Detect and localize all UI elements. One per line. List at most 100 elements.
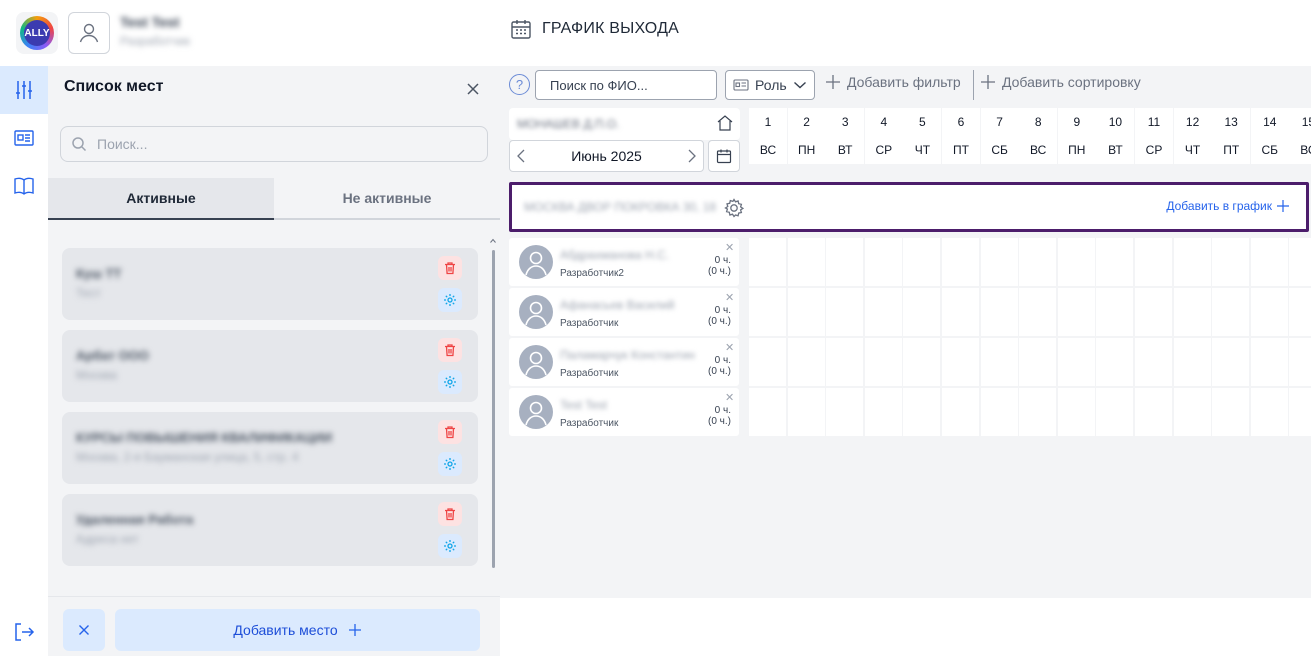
schedule-cell[interactable] <box>1289 388 1311 436</box>
schedule-cell[interactable] <box>749 338 786 386</box>
place-delete-button[interactable] <box>438 256 462 280</box>
add-to-graph-button[interactable]: Добавить в график <box>1166 199 1290 213</box>
add-sort-button[interactable]: Добавить сортировку <box>980 74 1141 90</box>
rail-book-button[interactable] <box>0 162 48 210</box>
schedule-cell[interactable] <box>980 288 1018 336</box>
schedule-cell[interactable] <box>826 338 864 386</box>
panel-close-button[interactable] <box>462 78 484 100</box>
remove-employee-icon[interactable]: ✕ <box>725 241 734 254</box>
day-column[interactable]: 13 ПТ <box>1212 108 1251 164</box>
day-column[interactable]: 4 СР <box>864 108 903 164</box>
cancel-button[interactable] <box>63 609 105 651</box>
schedule-cell[interactable] <box>864 288 902 336</box>
remove-employee-icon[interactable]: ✕ <box>725 341 734 354</box>
day-column[interactable]: 12 ЧТ <box>1173 108 1212 164</box>
schedule-cell[interactable] <box>864 388 902 436</box>
schedule-cell[interactable] <box>1250 338 1288 386</box>
panel-scrollbar[interactable] <box>490 238 496 568</box>
schedule-cell[interactable] <box>1289 238 1311 286</box>
employee-card[interactable]: Test Test Разработчик ✕ 0 ч. (0 ч.) <box>509 388 739 436</box>
place-delete-button[interactable] <box>438 420 462 444</box>
schedule-cell[interactable] <box>1173 288 1211 336</box>
rail-card-button[interactable] <box>0 114 48 162</box>
schedule-cell[interactable] <box>903 338 941 386</box>
remove-employee-icon[interactable]: ✕ <box>725 291 734 304</box>
day-column[interactable]: 11 СР <box>1135 108 1173 164</box>
schedule-cell[interactable] <box>942 238 979 286</box>
schedule-cell[interactable] <box>787 388 825 436</box>
schedule-cell[interactable] <box>903 388 941 436</box>
place-settings-button[interactable] <box>438 534 462 558</box>
schedule-cell[interactable] <box>942 388 979 436</box>
schedule-cell[interactable] <box>1135 388 1172 436</box>
schedule-cell[interactable] <box>1057 288 1095 336</box>
add-filter-button[interactable]: Добавить фильтр <box>825 74 961 90</box>
schedule-cell[interactable] <box>1250 388 1288 436</box>
logout-button[interactable] <box>12 620 36 644</box>
schedule-cell[interactable] <box>980 338 1018 386</box>
add-place-button[interactable]: Добавить место <box>115 609 480 651</box>
fio-search-input[interactable] <box>535 70 717 100</box>
day-column[interactable]: 10 ВТ <box>1096 108 1135 164</box>
schedule-cell[interactable] <box>749 238 786 286</box>
day-column[interactable]: 6 ПТ <box>942 108 980 164</box>
schedule-cell[interactable] <box>1057 238 1095 286</box>
schedule-cell[interactable] <box>1019 238 1057 286</box>
place-card[interactable]: Удаленная Работа Адреса нет <box>62 494 478 566</box>
employee-card[interactable]: Абдрахманова Н.С. Разработчик2 ✕ 0 ч. (0 ч.) <box>509 238 739 286</box>
schedule-cell[interactable] <box>942 338 979 386</box>
schedule-cell[interactable] <box>1135 238 1172 286</box>
schedule-cell[interactable] <box>903 238 941 286</box>
place-settings-button[interactable] <box>438 370 462 394</box>
schedule-cell[interactable] <box>1057 338 1095 386</box>
employee-card[interactable]: Паламарчук Константин Разработчик ✕ 0 ч. (0 … <box>509 338 739 386</box>
schedule-cell[interactable] <box>1019 388 1057 436</box>
day-column[interactable]: 3 ВТ <box>826 108 865 164</box>
schedule-cell[interactable] <box>1250 238 1288 286</box>
panel-search-input[interactable] <box>97 136 457 152</box>
chevron-right-icon[interactable] <box>687 149 697 163</box>
date-picker-button[interactable] <box>708 140 740 172</box>
schedule-cell[interactable] <box>1173 238 1211 286</box>
schedule-cell[interactable] <box>1250 288 1288 336</box>
employee-card[interactable]: Афанасьев Василий Разработчик ✕ 0 ч. (0 ч.) <box>509 288 739 336</box>
help-button[interactable]: ? <box>509 74 530 95</box>
place-card[interactable]: Арбат ООО Москва <box>62 330 478 402</box>
schedule-cell[interactable] <box>1096 238 1134 286</box>
schedule-cell[interactable] <box>1019 338 1057 386</box>
place-card[interactable]: Куш ТТ Тест <box>62 248 478 320</box>
rail-filters-button[interactable] <box>0 66 48 114</box>
schedule-cell[interactable] <box>1212 238 1250 286</box>
place-delete-button[interactable] <box>438 502 462 526</box>
schedule-cell[interactable] <box>826 238 864 286</box>
day-column[interactable]: 7 СБ <box>980 108 1019 164</box>
home-icon[interactable] <box>716 114 734 132</box>
schedule-cell[interactable] <box>980 388 1018 436</box>
app-logo[interactable]: ALLY <box>16 12 58 54</box>
place-settings-button[interactable] <box>438 452 462 476</box>
schedule-cell[interactable] <box>1057 388 1095 436</box>
schedule-cell[interactable] <box>749 288 786 336</box>
schedule-cell[interactable] <box>787 238 825 286</box>
day-column[interactable]: 5 ЧТ <box>903 108 942 164</box>
place-delete-button[interactable] <box>438 338 462 362</box>
day-column[interactable]: 15 ВС <box>1289 108 1311 164</box>
schedule-cell[interactable] <box>864 338 902 386</box>
schedule-cell[interactable] <box>787 288 825 336</box>
place-card[interactable]: КУРСЫ ПОВЫШЕНИЯ КВАЛИФИКАЦИИ Москва, 2-я… <box>62 412 478 484</box>
schedule-cell[interactable] <box>903 288 941 336</box>
tab-inactive[interactable]: Не активные <box>274 178 500 220</box>
schedule-cell[interactable] <box>1212 288 1250 336</box>
day-column[interactable]: 9 ПН <box>1057 108 1096 164</box>
day-column[interactable]: 8 ВС <box>1019 108 1058 164</box>
schedule-cell[interactable] <box>787 338 825 386</box>
schedule-cell[interactable] <box>826 388 864 436</box>
org-selector[interactable]: МОНАШЕВ Д.П.О. <box>509 108 740 140</box>
schedule-cell[interactable] <box>864 238 902 286</box>
schedule-cell[interactable] <box>980 238 1018 286</box>
schedule-cell[interactable] <box>1096 338 1134 386</box>
role-select[interactable]: Роль <box>725 70 815 100</box>
schedule-cell[interactable] <box>1173 388 1211 436</box>
schedule-cell[interactable] <box>1289 288 1311 336</box>
day-column[interactable]: 2 ПН <box>787 108 826 164</box>
